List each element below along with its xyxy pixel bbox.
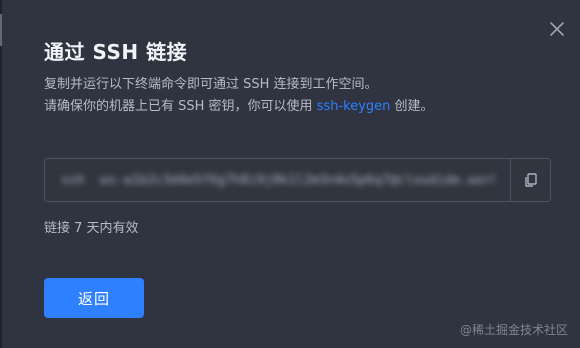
close-button[interactable]: [548, 20, 566, 38]
close-icon: [550, 22, 564, 36]
back-button[interactable]: 返回: [44, 278, 144, 318]
description-line-2-suffix: 创建。: [390, 99, 434, 114]
ssh-connect-dialog: 通过 SSH 链接 复制并运行以下终端命令即可通过 SSH 连接到工作空间。 请…: [2, 0, 580, 348]
watermark: @稀土掘金技术社区: [459, 323, 568, 337]
dialog-title: 通过 SSH 链接: [44, 40, 188, 64]
copy-icon: [525, 173, 537, 187]
ssh-command-box: [44, 158, 551, 202]
dialog-description: 复制并运行以下终端命令即可通过 SSH 连接到工作空间。 请确保你的机器上已有 …: [44, 74, 434, 118]
ssh-keygen-link[interactable]: ssh-keygen: [317, 99, 391, 114]
description-line-2-prefix: 请确保你的机器上已有 SSH 密钥，你可以使用: [44, 99, 317, 114]
description-line-1: 复制并运行以下终端命令即可通过 SSH 连接到工作空间。: [44, 77, 378, 92]
link-expiry-note: 链接 7 天内有效: [44, 221, 139, 236]
description-line-2: 请确保你的机器上已有 SSH 密钥，你可以使用 ssh-keygen 创建。: [44, 96, 434, 118]
ssh-command-input[interactable]: [45, 159, 510, 201]
copy-button[interactable]: [511, 159, 551, 201]
